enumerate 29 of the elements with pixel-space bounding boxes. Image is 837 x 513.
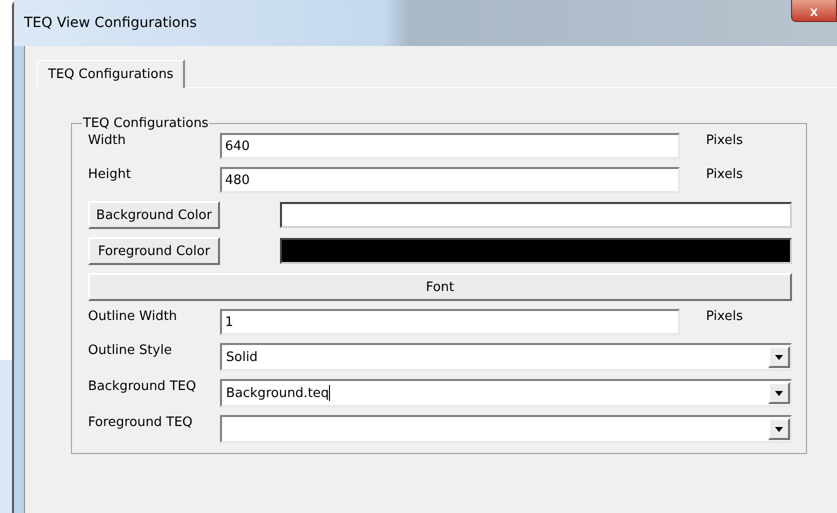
close-button[interactable]: x bbox=[791, 0, 837, 22]
group-title: TEQ Configurations bbox=[82, 116, 210, 131]
caret-icon bbox=[775, 390, 783, 396]
field-label: Height bbox=[88, 167, 132, 182]
color-button[interactable]: Background Color bbox=[88, 201, 220, 229]
caret-icon bbox=[775, 354, 783, 360]
combo-box[interactable]: Solid bbox=[220, 343, 792, 371]
dropdown-button[interactable] bbox=[768, 418, 790, 440]
dropdown-button[interactable] bbox=[768, 382, 790, 404]
field-label: Outline Style bbox=[88, 343, 173, 358]
unit-label: Pixels bbox=[705, 309, 744, 324]
unit-label: Pixels bbox=[705, 167, 744, 182]
field-label: Width bbox=[88, 133, 127, 148]
window-title: TEQ View Configurations bbox=[24, 15, 197, 31]
combo-box[interactable] bbox=[220, 415, 792, 443]
dropdown-button[interactable] bbox=[768, 346, 790, 368]
color-button[interactable]: Foreground Color bbox=[88, 237, 220, 265]
tab[interactable]: TEQ Configurations bbox=[37, 60, 186, 88]
combo-box[interactable]: Background.teq bbox=[220, 379, 792, 407]
input-field[interactable]: 480 bbox=[220, 167, 680, 193]
caret-icon bbox=[775, 426, 783, 432]
input-field[interactable]: 1 bbox=[220, 309, 680, 335]
unit-label: Pixels bbox=[705, 133, 744, 148]
field-label: Background TEQ bbox=[88, 379, 198, 394]
text-cursor bbox=[329, 385, 330, 401]
input-field[interactable]: 640 bbox=[220, 133, 680, 159]
font-button[interactable]: Font bbox=[88, 273, 792, 301]
field-label: Foreground TEQ bbox=[88, 415, 194, 430]
field-label: Outline Width bbox=[88, 309, 178, 324]
